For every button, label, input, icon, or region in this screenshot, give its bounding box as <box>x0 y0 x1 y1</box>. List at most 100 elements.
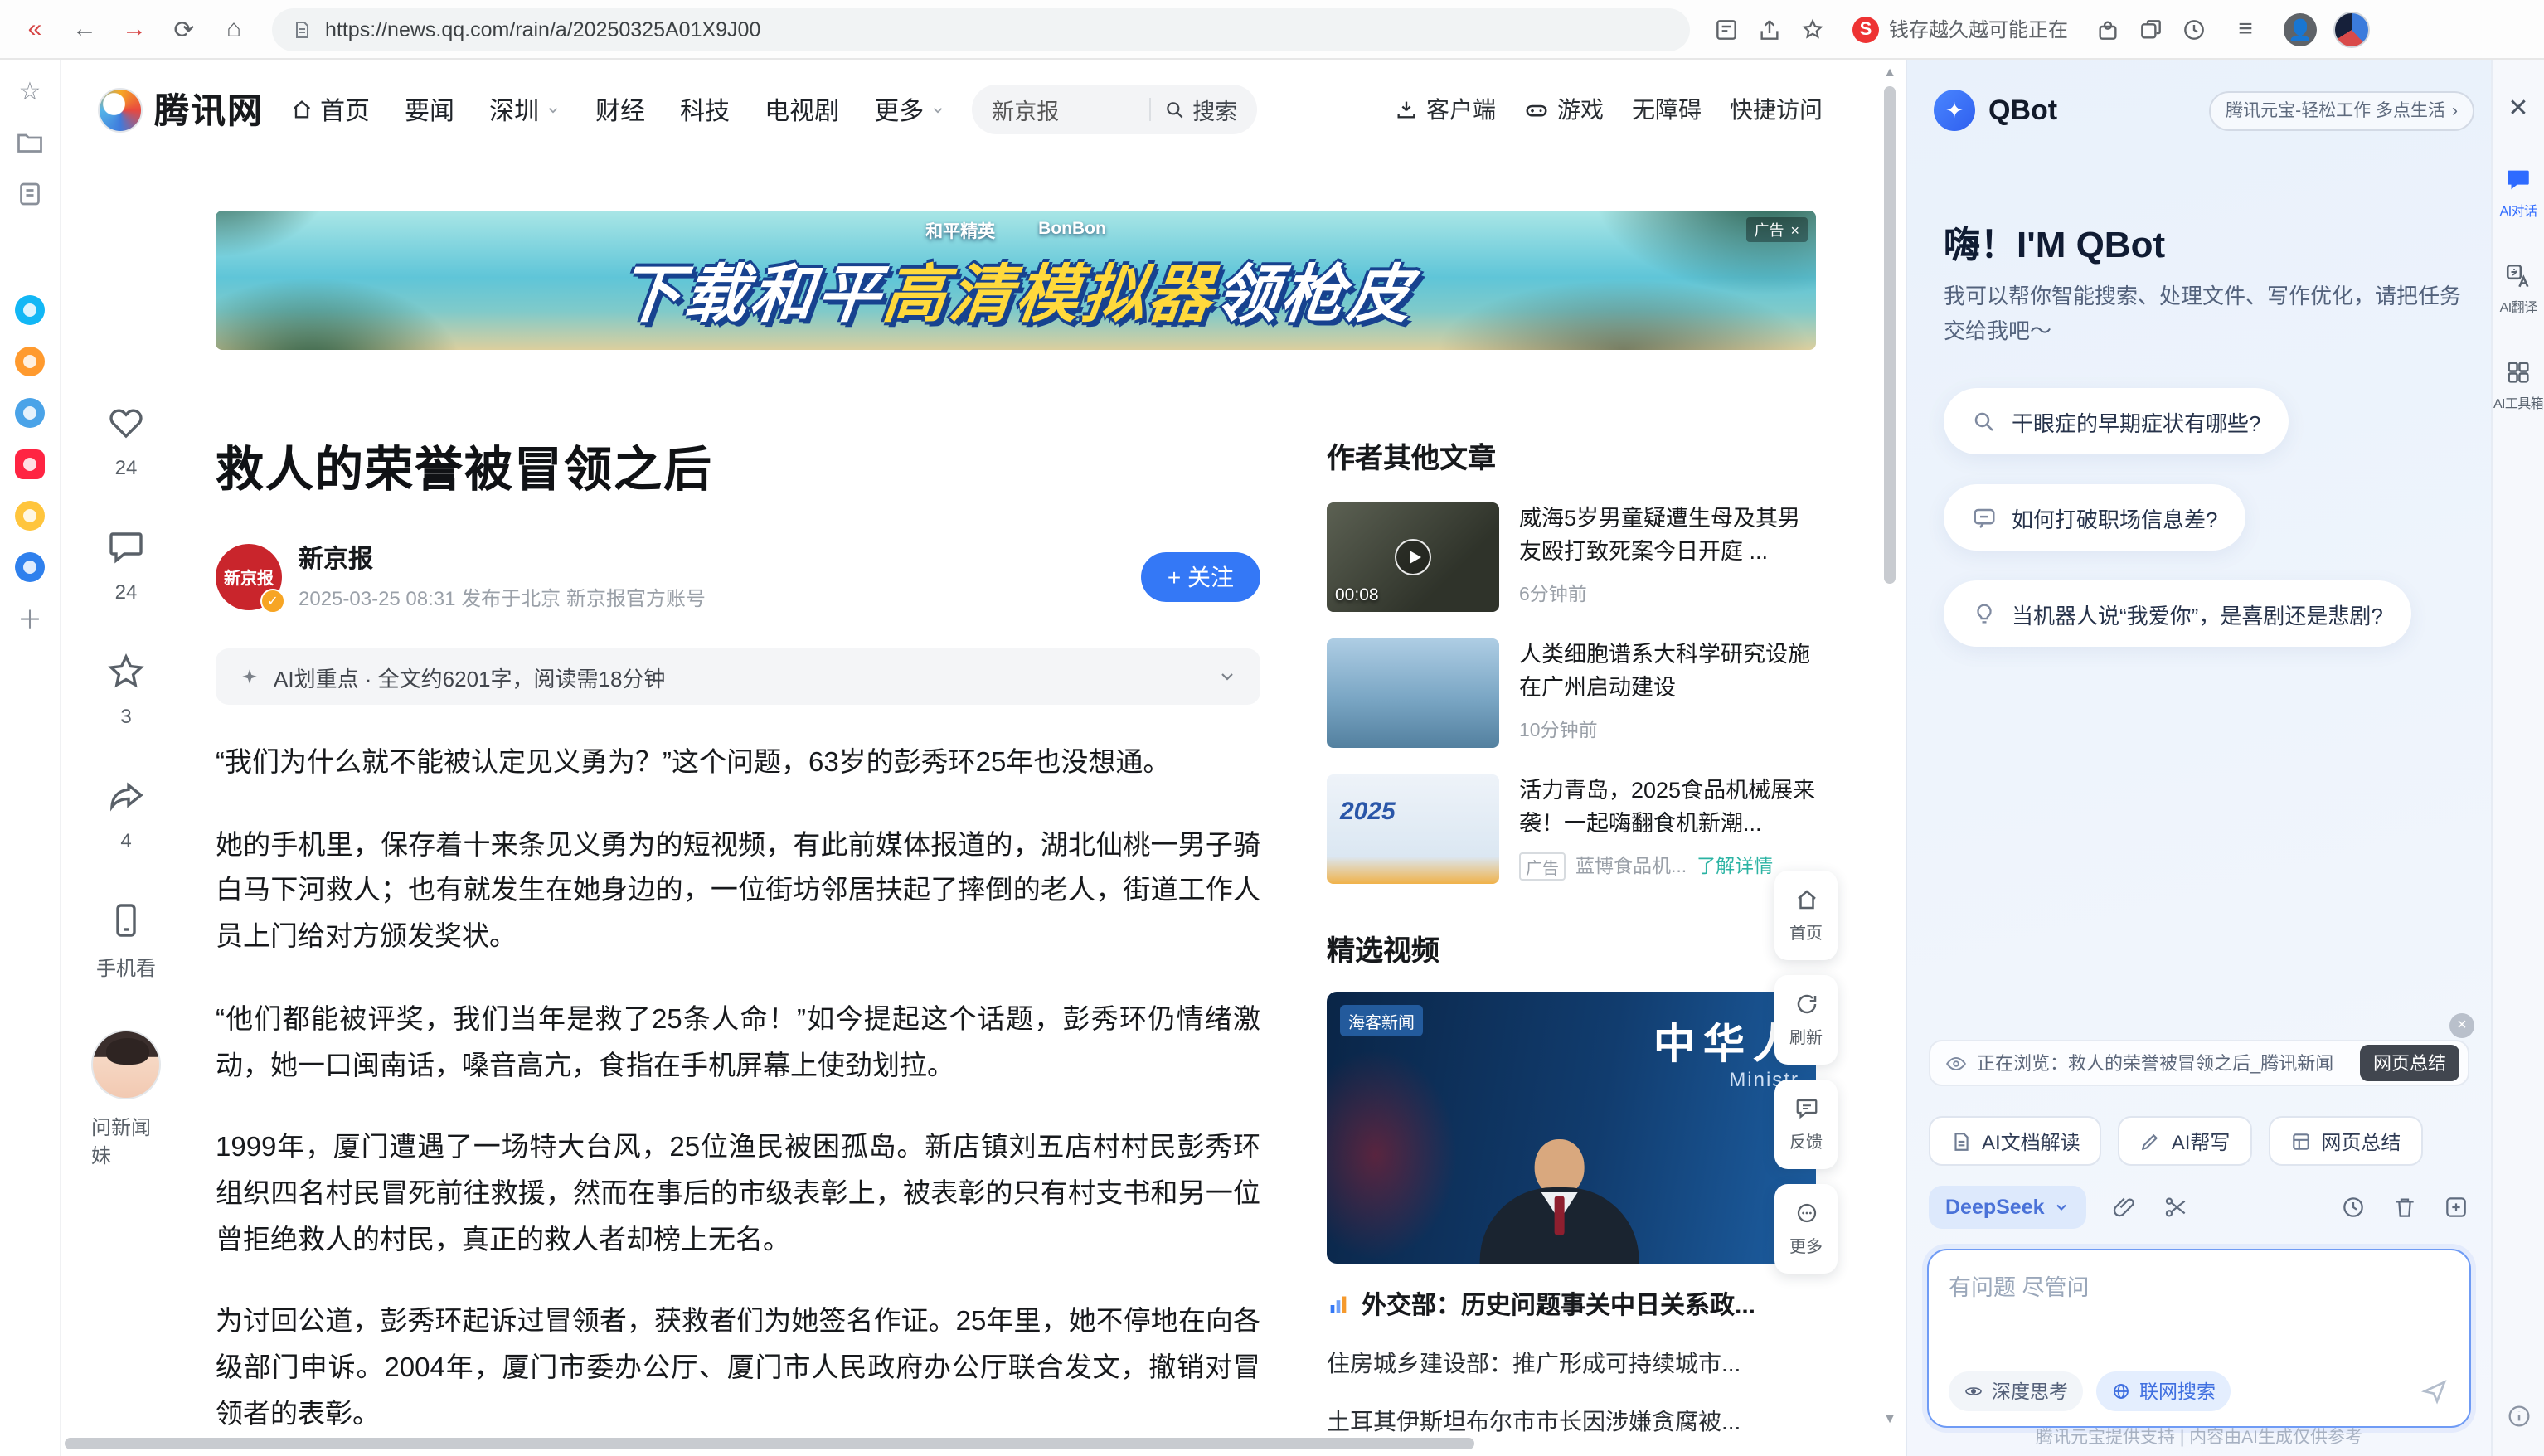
video-list-item[interactable]: 住房城乡建设部：推广形成可持续城市... <box>1327 1347 1816 1380</box>
vertical-scrollbar[interactable]: ▲ ▼ <box>1879 63 1901 1429</box>
edge-ai-chat[interactable]: AI对话 <box>2500 166 2537 221</box>
accessibility-link[interactable]: 无障碍 <box>1632 93 1702 126</box>
search-box[interactable]: 新京报 搜索 <box>972 85 1257 134</box>
page-summary-chip[interactable]: 网页总结 <box>2360 1045 2459 1081</box>
games-link[interactable]: 游戏 <box>1524 93 1604 126</box>
web-search-toggle[interactable]: 联网搜索 <box>2096 1371 2231 1411</box>
compass-app-icon[interactable] <box>15 347 45 376</box>
author-avatar[interactable]: 新京报 <box>216 543 282 609</box>
ai-digest-bar[interactable]: AI划重点 · 全文约6201字，阅读需18分钟 <box>216 648 1260 705</box>
tencent-logo[interactable]: 腾讯网 <box>98 85 264 134</box>
ad-close-icon[interactable]: × <box>1790 221 1799 238</box>
xiaohongshu-icon[interactable] <box>15 449 45 479</box>
horizontal-scrollbar[interactable] <box>61 1434 1879 1453</box>
extension-news-badge[interactable]: S 钱存越久越可能正在 <box>1842 12 2078 46</box>
float-refresh-button[interactable]: 刷新 <box>1774 975 1838 1065</box>
video-list-item[interactable]: 土耳其伊斯坦布尔市市长因涉嫌贪腐被... <box>1327 1405 1816 1438</box>
nav-more[interactable]: 更多 <box>874 92 945 127</box>
news-assistant[interactable]: 问新闻妹 <box>91 1030 161 1169</box>
float-home-button[interactable]: 首页 <box>1774 871 1838 960</box>
user-avatar[interactable]: 👤 <box>2284 12 2317 46</box>
edge-ai-toolbox[interactable]: AI工具箱 <box>2493 358 2543 413</box>
ad-mark[interactable]: 广告× <box>1745 217 1808 242</box>
like-count: 24 <box>115 456 138 479</box>
trash-icon[interactable] <box>2391 1194 2418 1221</box>
page-summary-button[interactable]: 网页总结 <box>2268 1116 2422 1166</box>
chat-input[interactable] <box>1949 1269 2449 1352</box>
author-name[interactable]: 新京报 <box>299 541 706 575</box>
folder-icon[interactable] <box>15 128 45 158</box>
history-icon[interactable] <box>2340 1194 2367 1221</box>
related-item-ad[interactable]: 2025 活力青岛，2025食品机械展来袭！一起嗨翻食机新潮... 广告 蓝博食… <box>1327 774 1816 884</box>
history-icon[interactable] <box>2181 16 2207 42</box>
yuanbao-promo-pill[interactable]: 腾讯元宝-轻松工作 多点生活› <box>2209 90 2474 130</box>
back-icon[interactable]: ← <box>63 7 106 51</box>
search-button[interactable]: 搜索 <box>1164 93 1237 126</box>
nav-tv[interactable]: 电视剧 <box>765 92 839 127</box>
related-item[interactable]: 00:08 威海5岁男童疑遭生母及其男友殴打致死案今日开庭 ... 6分钟前 <box>1327 502 1816 612</box>
related-item[interactable]: 人类细胞谱系大科学研究设施在广州启动建设 10分钟前 <box>1327 638 1816 748</box>
attachment-icon[interactable] <box>2111 1194 2138 1221</box>
send-icon[interactable] <box>2420 1376 2449 1406</box>
featured-video[interactable]: 海客新闻 中华人 Ministr <box>1327 992 1816 1264</box>
star-action[interactable]: 3 <box>106 652 146 728</box>
nav-news[interactable]: 要闻 <box>405 92 454 127</box>
share-action[interactable]: 4 <box>106 776 146 852</box>
edge-ai-translate[interactable]: AI翻译 <box>2500 262 2537 317</box>
home-icon[interactable]: ⌂ <box>212 7 255 51</box>
info-icon[interactable] <box>2505 1403 2532 1429</box>
client-link[interactable]: 客户端 <box>1395 93 1496 126</box>
menu-icon[interactable]: ≡ <box>2224 7 2267 51</box>
learn-more-link[interactable]: 了解详情 <box>1697 852 1773 879</box>
chevron-down-icon[interactable] <box>1217 667 1237 687</box>
nav-home[interactable]: 首页 <box>290 92 370 127</box>
close-panel-icon[interactable]: ✕ <box>2508 93 2528 123</box>
screenshot-scissors-icon[interactable] <box>2163 1194 2189 1221</box>
address-bar[interactable]: https://news.qq.com/rain/a/20250325A01X9… <box>272 7 1690 51</box>
suggestion-card[interactable]: 当机器人说“我爱你”，是喜剧还是悲剧? <box>1944 580 2411 647</box>
bookmark-star-icon[interactable] <box>1799 16 1826 42</box>
forward-icon[interactable]: → <box>113 7 156 51</box>
qbot-logo-icon: ✦ <box>1934 90 1975 131</box>
horizontal-scroll-thumb[interactable] <box>65 1438 1474 1449</box>
like-action[interactable]: 24 <box>106 403 146 479</box>
ai-write-button[interactable]: AI帮写 <box>2119 1116 2252 1166</box>
follow-button[interactable]: + 关注 <box>1141 551 1260 601</box>
scroll-up-icon[interactable]: ▲ <box>1879 63 1901 83</box>
float-more-button[interactable]: 更多 <box>1774 1184 1838 1274</box>
reading-mode-icon[interactable] <box>1713 16 1740 42</box>
penguin-group-icon[interactable] <box>15 398 45 428</box>
featured-caption[interactable]: 外交部：历史问题事关中日关系政... <box>1327 1287 1816 1322</box>
float-feedback-button[interactable]: 反馈 <box>1774 1080 1838 1169</box>
scroll-down-icon[interactable]: ▼ <box>1879 1410 1901 1429</box>
nav-shenzhen[interactable]: 深圳 <box>489 92 561 127</box>
tabs-icon[interactable] <box>2138 16 2164 42</box>
suggestion-card[interactable]: 如何打破职场信息差? <box>1944 484 2245 551</box>
model-selector[interactable]: DeepSeek <box>1929 1186 2086 1229</box>
download-icon <box>1395 98 1418 121</box>
camera-app-icon[interactable] <box>15 501 45 531</box>
new-chat-icon[interactable] <box>2443 1194 2469 1221</box>
profile-avatar[interactable] <box>2333 11 2370 47</box>
refresh-icon[interactable]: ⟳ <box>163 7 206 51</box>
comment-action[interactable]: 24 <box>106 527 146 604</box>
notice-close-icon[interactable]: × <box>2449 1013 2474 1038</box>
ai-doc-read-button[interactable]: AI文档解读 <box>1929 1116 2102 1166</box>
extensions-puzzle-icon[interactable] <box>2095 16 2121 42</box>
vertical-scroll-thumb[interactable] <box>1884 86 1896 584</box>
collapse-sidebar-icon[interactable]: « <box>13 7 56 51</box>
page-icon <box>292 19 312 39</box>
quick-access-link[interactable]: 快捷访问 <box>1730 93 1823 126</box>
deep-think-toggle[interactable]: 深度思考 <box>1949 1371 2083 1411</box>
share-icon[interactable] <box>1756 16 1783 42</box>
favorites-star-icon[interactable]: ☆ <box>15 76 45 106</box>
clock-app-icon[interactable] <box>15 552 45 582</box>
nav-tech[interactable]: 科技 <box>680 92 730 127</box>
suggestion-card[interactable]: 干眼症的早期症状有哪些? <box>1944 388 2289 454</box>
add-app-icon[interactable]: ＋ <box>15 604 45 633</box>
ad-banner[interactable]: 和平精英 BonBon 下载和平高清模拟器领枪皮 广告× <box>216 211 1816 350</box>
mobile-view-action[interactable]: 手机看 <box>96 900 156 982</box>
qq-icon[interactable] <box>15 295 45 325</box>
nav-finance[interactable]: 财经 <box>595 92 645 127</box>
notes-icon[interactable] <box>15 179 45 209</box>
